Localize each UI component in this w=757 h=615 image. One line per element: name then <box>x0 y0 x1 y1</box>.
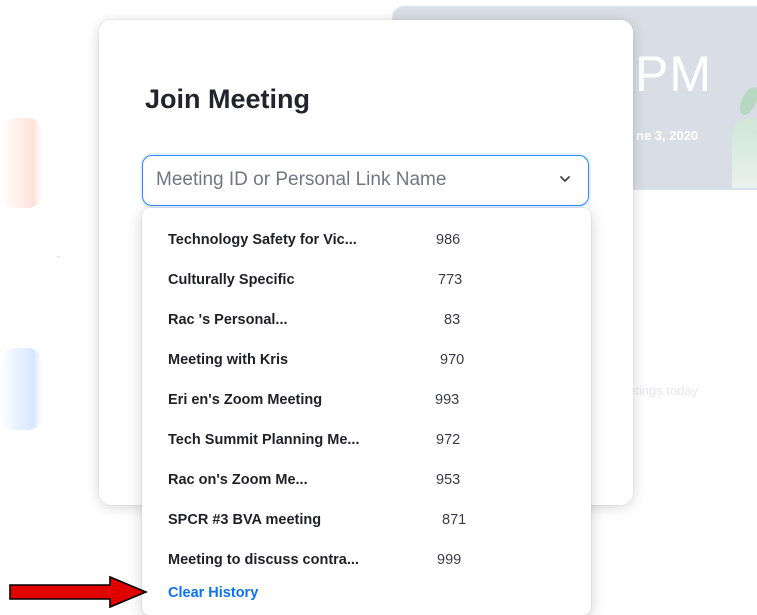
annotation-arrow-icon <box>9 575 148 609</box>
dialog-title: Join Meeting <box>145 84 311 114</box>
history-item-id: 970 <box>440 352 465 368</box>
clear-history-link[interactable]: Clear History <box>168 585 258 601</box>
history-item[interactable]: Rac on's Zoom Me... 953 <box>142 465 591 497</box>
history-item-name: SPCR #3 BVA meeting <box>168 512 322 528</box>
history-item-name: Meeting with Kris <box>168 352 289 368</box>
history-item-id: 953 <box>436 472 461 488</box>
background-date: ne 3, 2020 <box>636 128 699 143</box>
background-plant <box>732 118 757 188</box>
background-meetings-text: etings today <box>628 383 699 398</box>
history-item-name: Tech Summit Planning Me... <box>168 432 360 448</box>
chevron-down-icon[interactable] <box>556 170 574 188</box>
background-chevron-icon: ⌄ <box>54 250 63 261</box>
history-item-name: Meeting to discuss contra... <box>168 552 359 568</box>
meeting-history-dropdown: Technology Safety for Vic... 986 Cultura… <box>142 208 591 615</box>
history-item-name: Rac on's Zoom Me... <box>168 472 308 488</box>
history-item-id: 773 <box>438 272 463 288</box>
history-item-id: 986 <box>436 232 461 248</box>
background-join-tile <box>0 348 42 430</box>
history-item[interactable]: Technology Safety for Vic... 986 <box>142 225 591 257</box>
background-time: PM <box>635 46 712 102</box>
history-item[interactable]: Rac 's Personal... 83 <box>142 305 591 337</box>
history-item-name: Culturally Specific <box>168 272 295 288</box>
history-item-id: 871 <box>442 512 467 528</box>
background-new-meeting-tile <box>0 118 42 208</box>
history-item-id: 999 <box>437 552 462 568</box>
meeting-id-combobox[interactable] <box>142 155 589 206</box>
history-item-name: Eri en's Zoom Meeting <box>168 392 323 408</box>
history-item[interactable]: Meeting to discuss contra... 999 <box>142 545 591 577</box>
history-item-id: 972 <box>436 432 461 448</box>
history-item[interactable]: Meeting with Kris 970 <box>142 345 591 377</box>
history-item[interactable]: SPCR #3 BVA meeting 871 <box>142 505 591 537</box>
history-item[interactable]: Culturally Specific 773 <box>142 265 591 297</box>
meeting-id-input[interactable] <box>143 156 543 204</box>
history-item-name: Technology Safety for Vic... <box>168 232 357 248</box>
history-item-id: 83 <box>444 312 461 328</box>
history-item[interactable]: Eri en's Zoom Meeting 993 <box>142 385 591 417</box>
history-item-name: Rac 's Personal... <box>168 312 288 328</box>
history-item-id: 993 <box>435 392 460 408</box>
zoom-join-screen: PM ne 3, 2020 ⌄ etings today Join Meetin… <box>0 0 757 615</box>
history-item[interactable]: Tech Summit Planning Me... 972 <box>142 425 591 457</box>
